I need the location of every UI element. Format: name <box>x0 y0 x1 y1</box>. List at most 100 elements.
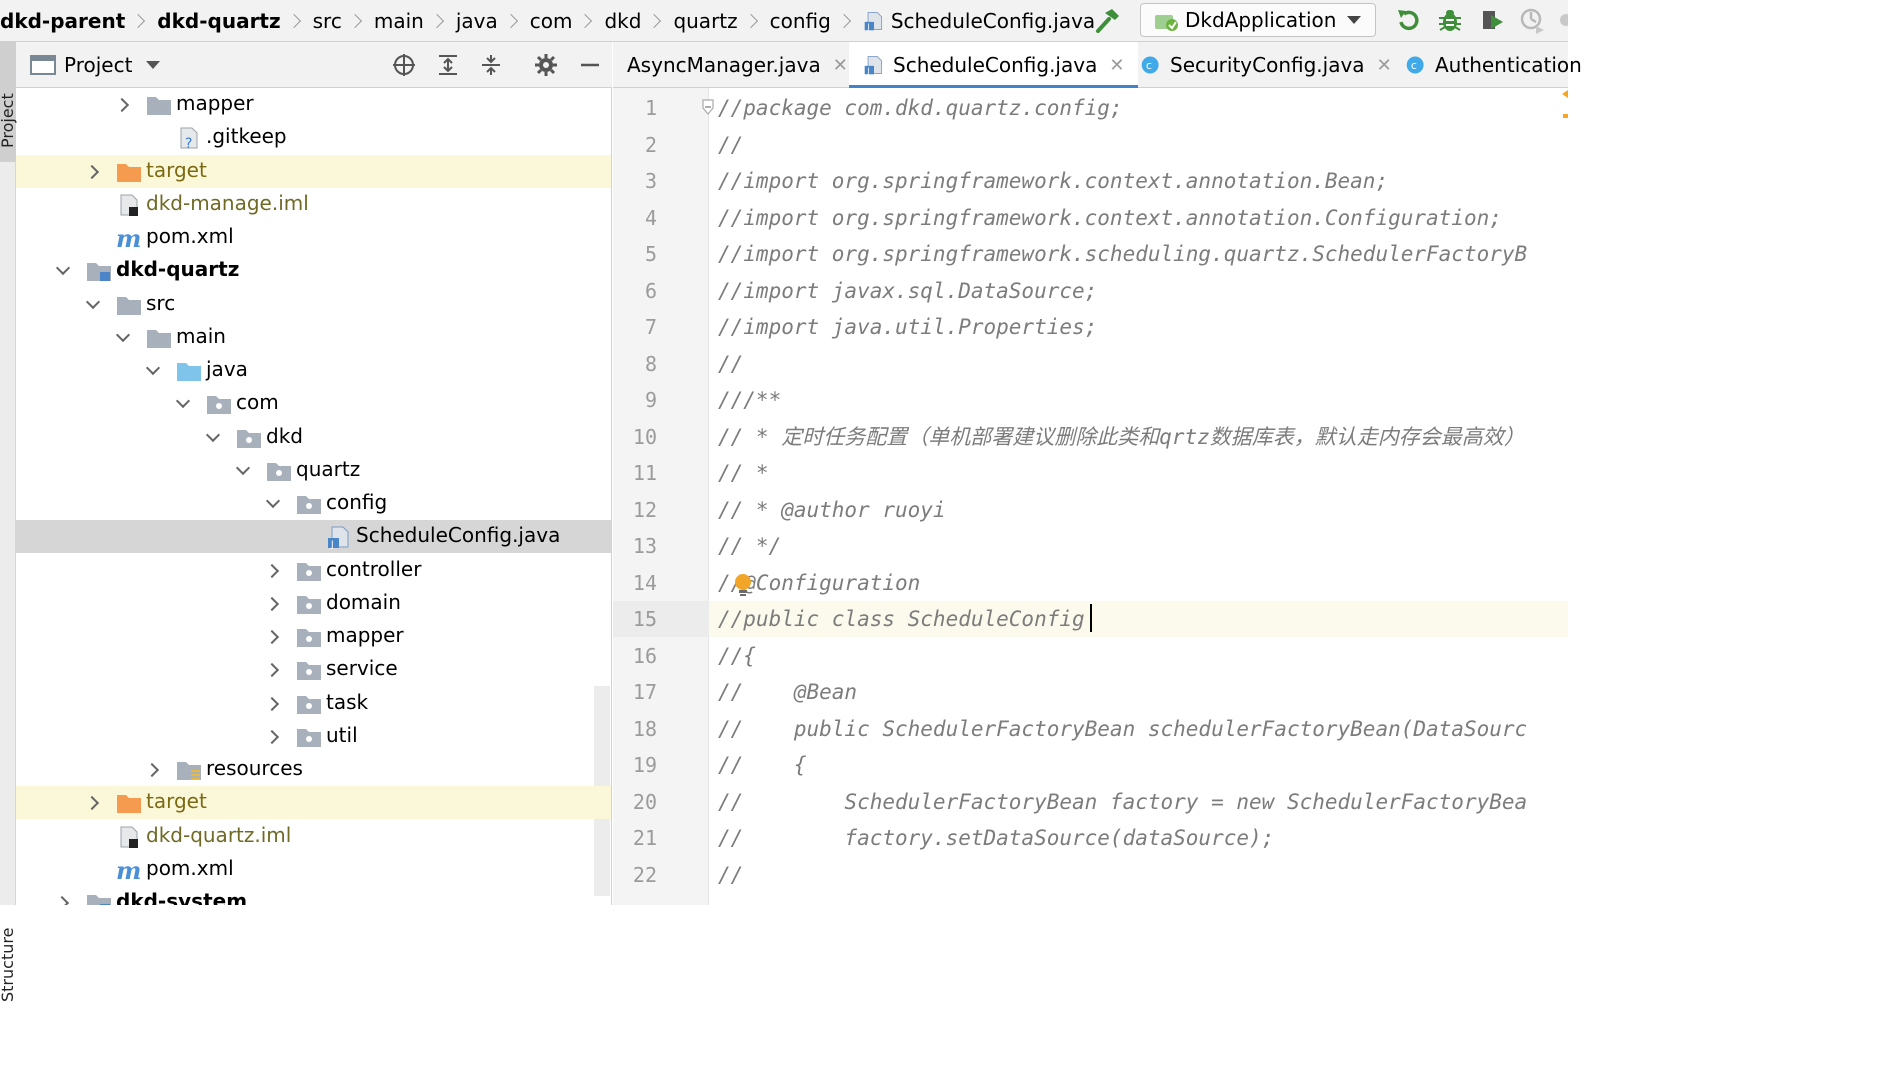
code-line[interactable]: //import java.util.Properties; <box>718 309 1097 345</box>
breadcrumb-item[interactable]: dkd-parent <box>0 0 125 41</box>
tree-item[interactable]: domain <box>16 587 611 620</box>
chevron-down-icon[interactable] <box>176 397 190 411</box>
tree-item[interactable]: service <box>16 653 611 686</box>
chevron-down-icon[interactable] <box>56 264 70 278</box>
tree-item[interactable]: mapper <box>16 620 611 653</box>
chevron-right-icon[interactable] <box>86 165 100 179</box>
code-line[interactable]: // */ <box>718 528 781 564</box>
breadcrumb-item[interactable]: config <box>770 0 831 41</box>
chevron-down-icon[interactable] <box>266 497 280 511</box>
tree-item[interactable]: dkd-system <box>16 886 611 905</box>
code-line[interactable]: //{ <box>718 638 756 674</box>
code-line[interactable]: // SchedulerFactoryBean factory = new Sc… <box>718 784 1527 820</box>
tree-item[interactable]: m pom.xml <box>16 853 611 886</box>
chevron-down-icon[interactable] <box>236 464 250 478</box>
project-panel-title[interactable]: Project <box>64 53 132 77</box>
hide-panel-icon[interactable] <box>578 53 602 77</box>
tree-item[interactable]: src <box>16 288 611 321</box>
more-tools-icon[interactable] <box>1556 6 1568 34</box>
breadcrumb-item[interactable]: dkd-quartz <box>157 0 280 41</box>
tree-item[interactable]: java <box>16 354 611 387</box>
breadcrumb-item[interactable]: dkd <box>604 0 641 41</box>
code-line[interactable]: // * <box>718 455 769 491</box>
tree-item[interactable]: dkd-quartz <box>16 254 611 287</box>
breadcrumb-item[interactable]: com <box>530 0 573 41</box>
code-line[interactable]: //import org.springframework.scheduling.… <box>718 236 1527 272</box>
chevron-down-icon[interactable] <box>146 60 161 69</box>
tree-item[interactable]: dkd-manage.iml <box>16 188 611 221</box>
editor-tab[interactable]: c SecurityConfig.java ✕ <box>1126 42 1406 88</box>
tree-item[interactable]: util <box>16 720 611 753</box>
breadcrumb-item[interactable]: main <box>374 0 424 41</box>
code-line[interactable]: // public SchedulerFactoryBean scheduler… <box>718 711 1527 747</box>
close-icon[interactable]: ✕ <box>1377 55 1392 76</box>
code-line[interactable]: //import org.springframework.context.ann… <box>718 200 1502 236</box>
code-line[interactable]: //import org.springframework.context.ann… <box>718 163 1388 199</box>
chevron-right-icon[interactable] <box>266 697 280 711</box>
inspection-warning-icon[interactable] <box>1562 90 1568 120</box>
coverage-icon[interactable] <box>1478 6 1506 34</box>
tree-item[interactable]: resources <box>16 753 611 786</box>
chevron-right-icon[interactable] <box>266 564 280 578</box>
debug-icon[interactable] <box>1436 6 1464 34</box>
close-icon[interactable]: ✕ <box>833 55 848 76</box>
tree-item[interactable]: dkd <box>16 421 611 454</box>
tree-item[interactable]: J ScheduleConfig.java <box>16 520 611 554</box>
code-line[interactable]: //public class ScheduleConfig <box>718 601 1085 637</box>
tree-item[interactable]: ? .gitkeep <box>16 121 611 154</box>
tree-item[interactable]: quartz <box>16 454 611 487</box>
code-line[interactable]: //package com.dkd.quartz.config; <box>718 90 1123 126</box>
tree-item[interactable]: mapper <box>16 88 611 121</box>
profiler-icon[interactable] <box>1518 6 1546 34</box>
tree-item[interactable]: target <box>16 786 611 820</box>
rerun-icon[interactable] <box>1394 6 1422 34</box>
tree-item[interactable]: config <box>16 487 611 520</box>
code-line[interactable]: // @Bean <box>718 674 857 710</box>
code-line[interactable]: // * 定时任务配置（单机部署建议删除此类和qrtz数据库表，默认走内存会最高… <box>718 419 1525 455</box>
chevron-right-icon[interactable] <box>266 730 280 744</box>
breadcrumb-item[interactable]: java <box>456 0 498 41</box>
code-line[interactable]: // <box>718 857 743 893</box>
code-line[interactable]: // <box>718 127 743 163</box>
fold-marker-icon[interactable] <box>701 98 715 116</box>
run-configuration-selector[interactable]: DkdApplication <box>1140 3 1376 37</box>
code-line[interactable]: // factory.setDataSource(dataSource); <box>718 820 1274 856</box>
chevron-down-icon[interactable] <box>146 364 160 378</box>
close-icon[interactable]: ✕ <box>1109 55 1124 76</box>
chevron-down-icon[interactable] <box>116 331 130 345</box>
tree-item[interactable]: target <box>16 154 611 188</box>
breadcrumb-item[interactable]: src <box>313 0 342 41</box>
chevron-right-icon[interactable] <box>266 597 280 611</box>
code-line[interactable]: // <box>718 346 743 382</box>
tree-item[interactable]: controller <box>16 554 611 587</box>
chevron-right-icon[interactable] <box>56 896 70 905</box>
chevron-down-icon[interactable] <box>86 298 100 312</box>
code-line[interactable]: //import javax.sql.DataSource; <box>718 273 1097 309</box>
expand-all-icon[interactable] <box>436 53 460 77</box>
breadcrumb-item[interactable]: quartz <box>673 0 737 41</box>
collapse-all-icon[interactable] <box>479 53 503 77</box>
chevron-right-icon[interactable] <box>86 796 100 810</box>
chevron-down-icon[interactable] <box>206 431 220 445</box>
breadcrumb-item[interactable]: J ScheduleConfig.java <box>863 0 1095 41</box>
editor-tab[interactable]: AsyncManager.java ✕ <box>613 42 862 88</box>
tree-item[interactable]: m pom.xml <box>16 221 611 254</box>
editor-tab[interactable]: J ScheduleConfig.java ✕ <box>849 42 1139 89</box>
locate-file-icon[interactable] <box>392 53 416 77</box>
tree-item[interactable]: main <box>16 321 611 354</box>
code-line[interactable]: // * @author ruoyi <box>718 492 946 528</box>
hammer-icon[interactable] <box>1092 6 1122 36</box>
editor-tab[interactable]: c Authentication <box>1391 42 1596 88</box>
tree-item[interactable]: com <box>16 387 611 420</box>
chevron-right-icon[interactable] <box>266 663 280 677</box>
lightbulb-icon[interactable] <box>733 572 753 598</box>
chevron-right-icon[interactable] <box>266 630 280 644</box>
tree-item[interactable]: task <box>16 687 611 720</box>
code-line[interactable]: // { <box>718 747 807 783</box>
chevron-right-icon[interactable] <box>146 763 160 777</box>
tree-item[interactable]: dkd-quartz.iml <box>16 820 611 853</box>
project-tool-label[interactable]: Project <box>0 93 17 148</box>
gear-icon[interactable] <box>534 53 558 77</box>
structure-tool-label[interactable]: Structure <box>0 928 17 1002</box>
chevron-right-icon[interactable] <box>116 98 130 112</box>
